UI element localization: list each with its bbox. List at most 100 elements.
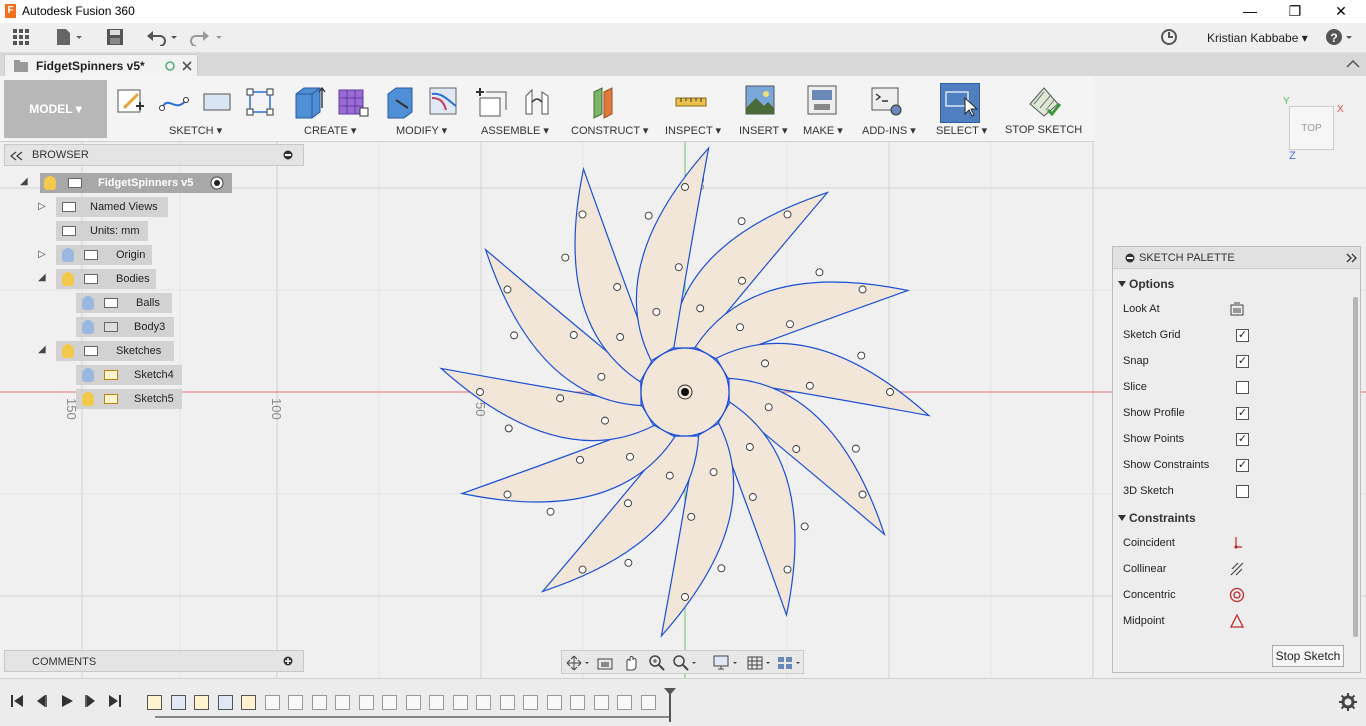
look-at-icon[interactable] (1229, 301, 1245, 317)
undo-icon[interactable] (146, 28, 178, 48)
sketch-point[interactable] (503, 285, 512, 294)
sketch-point[interactable] (764, 403, 773, 412)
3d-print-icon[interactable] (806, 84, 838, 120)
rectangle-icon[interactable] (202, 90, 232, 114)
sketch-point[interactable] (709, 468, 718, 476)
sketch-point[interactable] (857, 351, 866, 360)
measure-icon[interactable] (674, 88, 708, 116)
grid-settings-icon[interactable] (746, 654, 774, 672)
timeline-feature-icon[interactable] (546, 695, 562, 710)
add-comment-icon[interactable] (283, 656, 293, 666)
sketch-point[interactable] (886, 388, 894, 396)
go-to-start-icon[interactable] (10, 694, 24, 708)
step-forward-icon[interactable] (84, 694, 98, 708)
orbit-icon[interactable] (566, 654, 590, 672)
collapse-ribbon-icon[interactable] (1346, 59, 1360, 69)
sketch-point[interactable] (805, 381, 814, 390)
expand-root-icon[interactable]: ◢ (20, 176, 28, 187)
timeline-feature-icon[interactable] (405, 695, 421, 710)
tree-item-named-views[interactable]: Named Views (56, 197, 168, 217)
snap-checkbox[interactable]: ✓ (1236, 355, 1249, 368)
sketch-point[interactable] (510, 331, 519, 340)
timeline-settings-gear-icon[interactable] (1339, 693, 1357, 711)
coincident-icon[interactable] (1229, 535, 1245, 551)
sketch-menu[interactable]: SKETCH ▾ (169, 124, 222, 137)
sketch-point[interactable] (601, 416, 609, 425)
stop-sketch-icon[interactable] (1026, 84, 1062, 120)
restore-button[interactable]: ❐ (1272, 0, 1318, 23)
sketch-point[interactable] (644, 211, 653, 220)
visibility-bulb-icon[interactable] (62, 344, 74, 358)
expand-named-views-icon[interactable]: ▷ (38, 201, 46, 212)
sketch-point[interactable] (858, 285, 867, 294)
go-to-end-icon[interactable] (108, 694, 122, 708)
fillet-icon[interactable] (428, 86, 460, 118)
line-icon[interactable] (158, 88, 190, 116)
play-icon[interactable] (60, 694, 74, 708)
tree-item-origin[interactable]: Origin (56, 245, 152, 265)
sketch-point[interactable] (674, 263, 683, 272)
sketch-grid-checkbox[interactable]: ✓ (1236, 329, 1249, 342)
options-expanded-icon[interactable] (1117, 279, 1127, 289)
select-menu[interactable]: SELECT ▾ (936, 124, 987, 137)
sketch-point[interactable] (681, 593, 689, 601)
offset-plane-icon[interactable] (590, 84, 624, 120)
look-at-icon[interactable] (596, 654, 614, 672)
sketch-point[interactable] (665, 471, 674, 480)
view-cube[interactable]: TOP (1289, 106, 1334, 150)
timeline-feature-icon[interactable] (429, 695, 444, 710)
modify-menu[interactable]: MODIFY ▾ (396, 124, 447, 137)
sketch-point[interactable] (624, 499, 632, 508)
concentric-icon[interactable] (1229, 587, 1245, 603)
form-icon[interactable] (336, 84, 370, 120)
tree-item-sketches[interactable]: Sketches (56, 341, 174, 361)
sketch-point[interactable] (800, 522, 809, 531)
sketch-point[interactable] (687, 512, 696, 521)
palette-scrollbar[interactable] (1353, 297, 1358, 637)
display-settings-icon[interactable] (712, 654, 740, 672)
visibility-bulb-icon[interactable] (82, 392, 94, 406)
construct-menu[interactable]: CONSTRUCT ▾ (571, 124, 648, 137)
activate-radio-icon[interactable] (210, 176, 224, 190)
joint-icon[interactable] (520, 84, 554, 120)
comments-panel-header[interactable]: COMMENTS (4, 650, 304, 672)
file-menu-icon[interactable] (55, 28, 83, 48)
sketch-point[interactable] (624, 558, 633, 567)
sketch-point[interactable] (503, 490, 512, 499)
insert-image-icon[interactable] (744, 84, 776, 120)
tree-item-sketch5[interactable]: Sketch5 (76, 389, 182, 409)
options-section-header[interactable]: Options (1129, 277, 1174, 291)
timeline-feature-icon[interactable] (593, 695, 609, 710)
save-icon[interactable] (106, 28, 124, 48)
timeline-feature-icon[interactable] (523, 695, 538, 710)
timeline-feature-icon[interactable] (499, 695, 515, 710)
sketch-point[interactable] (745, 443, 754, 451)
palette-collapse-icon[interactable] (1125, 253, 1135, 263)
tree-item-bodies[interactable]: Bodies (56, 269, 156, 289)
sketch-point[interactable] (761, 359, 769, 368)
insert-menu[interactable]: INSERT ▾ (739, 124, 788, 137)
show-constraints-checkbox[interactable]: ✓ (1236, 459, 1249, 472)
visibility-bulb-icon[interactable] (62, 272, 74, 286)
collapse-bodies-icon[interactable]: ◢ (38, 272, 46, 283)
show-points-checkbox[interactable]: ✓ (1236, 433, 1249, 446)
sketch-point[interactable] (738, 276, 746, 285)
timeline-feature-icon[interactable] (264, 695, 280, 710)
timeline-feature-icon[interactable] (452, 695, 468, 710)
sketch-point[interactable] (652, 308, 661, 316)
make-menu[interactable]: MAKE ▾ (803, 124, 843, 137)
sketch-point[interactable] (626, 452, 634, 461)
sketch-point[interactable] (569, 331, 578, 339)
fit-icon[interactable] (672, 654, 698, 672)
visibility-bulb-icon[interactable] (82, 368, 94, 382)
sketch-dimension-icon[interactable] (244, 86, 276, 118)
constraints-section-header[interactable]: Constraints (1129, 511, 1196, 525)
sketch-point[interactable] (561, 253, 570, 262)
visibility-bulb-icon[interactable] (82, 296, 94, 310)
app-grid-icon[interactable] (12, 28, 30, 48)
sketch-point[interactable] (504, 424, 513, 433)
close-button[interactable]: ✕ (1318, 0, 1364, 23)
addins-menu[interactable]: ADD-INS ▾ (862, 124, 916, 137)
document-tab[interactable]: FidgetSpinners v5* (4, 54, 198, 76)
sketch-point[interactable] (546, 507, 555, 516)
